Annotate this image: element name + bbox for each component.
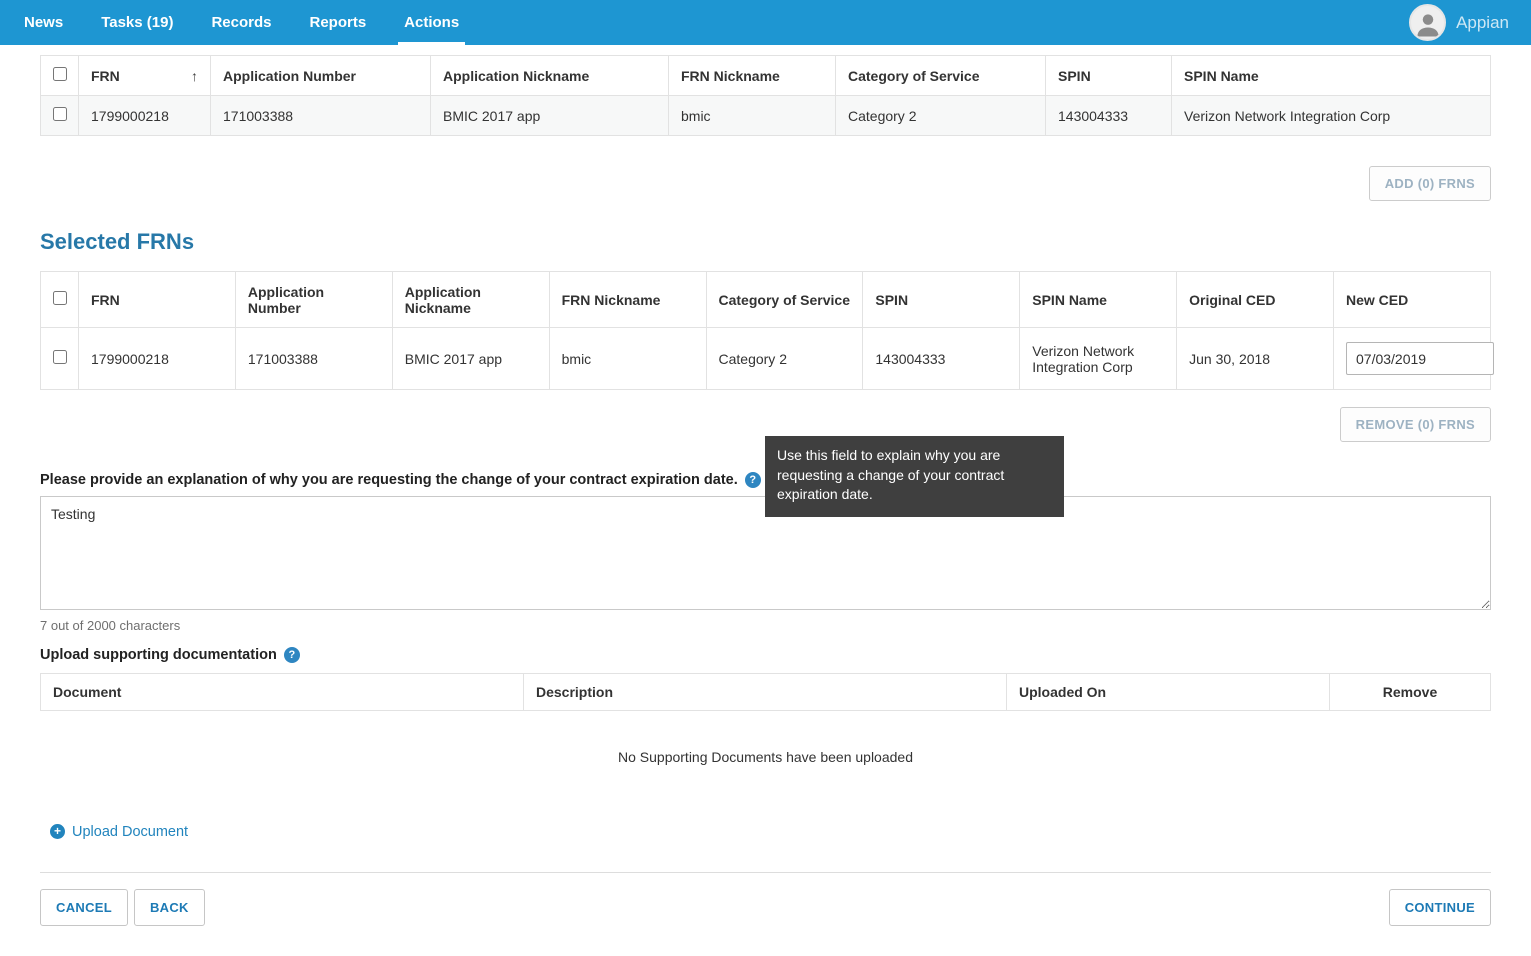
col-header-category-of-service[interactable]: Category of Service bbox=[836, 56, 1046, 96]
cancel-button[interactable]: CANCEL bbox=[40, 889, 128, 926]
cell-frn: 1799000218 bbox=[79, 96, 211, 136]
col-header-application-number[interactable]: Application Number bbox=[235, 272, 392, 328]
col-header-category-of-service[interactable]: Category of Service bbox=[706, 272, 863, 328]
cell-application-number: 171003388 bbox=[211, 96, 431, 136]
table-header-row: Document Description Uploaded On Remove bbox=[41, 674, 1491, 711]
nav-tab-reports[interactable]: Reports bbox=[309, 0, 366, 45]
col-header-description: Description bbox=[524, 674, 1007, 711]
col-header-document: Document bbox=[41, 674, 524, 711]
col-header-spin-name[interactable]: SPIN Name bbox=[1172, 56, 1491, 96]
selected-frns-title: Selected FRNs bbox=[40, 229, 1491, 255]
nav-tabs: News Tasks (19) Records Reports Actions bbox=[24, 0, 497, 45]
selected-frns-table: FRN Application Number Application Nickn… bbox=[40, 271, 1491, 390]
available-frns-table: FRN ↑ Application Number Application Nic… bbox=[40, 55, 1491, 136]
col-header-uploaded-on: Uploaded On bbox=[1007, 674, 1330, 711]
upload-document-link[interactable]: + Upload Document bbox=[50, 824, 188, 840]
row-checkbox[interactable] bbox=[53, 107, 67, 121]
upload-row: + Upload Document bbox=[40, 807, 1491, 846]
table-header-row: FRN Application Number Application Nickn… bbox=[41, 272, 1491, 328]
cell-category-of-service: Category 2 bbox=[706, 328, 863, 390]
cell-spin-name: Verizon Network Integration Corp bbox=[1020, 328, 1177, 390]
col-header-application-nickname[interactable]: Application Nickname bbox=[392, 272, 549, 328]
select-all-cell bbox=[41, 272, 79, 328]
col-header-frn[interactable]: FRN bbox=[79, 272, 236, 328]
avatar[interactable] bbox=[1409, 4, 1446, 41]
cell-spin: 143004333 bbox=[863, 328, 1020, 390]
cell-application-nickname: BMIC 2017 app bbox=[392, 328, 549, 390]
cell-frn-nickname: bmic bbox=[669, 96, 836, 136]
col-header-new-ced[interactable]: New CED bbox=[1334, 272, 1491, 328]
nav-tab-records[interactable]: Records bbox=[211, 0, 271, 45]
nav-tab-tasks[interactable]: Tasks (19) bbox=[101, 0, 173, 45]
table-row: 1799000218 171003388 BMIC 2017 app bmic … bbox=[41, 328, 1491, 390]
help-icon[interactable]: ? bbox=[284, 647, 300, 663]
nav-tab-news[interactable]: News bbox=[24, 0, 63, 45]
col-header-spin-name[interactable]: SPIN Name bbox=[1020, 272, 1177, 328]
row-select-cell bbox=[41, 328, 79, 390]
cell-spin: 143004333 bbox=[1046, 96, 1172, 136]
col-header-frn[interactable]: FRN ↑ bbox=[79, 56, 211, 96]
table-row: 1799000218 171003388 BMIC 2017 app bmic … bbox=[41, 96, 1491, 136]
help-icon[interactable]: ? bbox=[745, 472, 761, 488]
select-all-checkbox[interactable] bbox=[53, 291, 67, 305]
footer-divider bbox=[40, 872, 1491, 873]
footer-buttons: CANCEL BACK CONTINUE bbox=[40, 889, 1491, 926]
empty-row: No Supporting Documents have been upload… bbox=[41, 711, 1491, 808]
select-all-checkbox[interactable] bbox=[53, 67, 67, 81]
remove-frns-button[interactable]: REMOVE (0) FRNS bbox=[1340, 407, 1491, 442]
add-frns-button[interactable]: ADD (0) FRNS bbox=[1369, 166, 1491, 201]
col-header-application-number[interactable]: Application Number bbox=[211, 56, 431, 96]
no-documents-message: No Supporting Documents have been upload… bbox=[41, 711, 1491, 808]
new-ced-input[interactable] bbox=[1346, 342, 1494, 375]
cell-original-ced: Jun 30, 2018 bbox=[1177, 328, 1334, 390]
row-checkbox[interactable] bbox=[53, 350, 67, 364]
help-tooltip: Use this field to explain why you are re… bbox=[765, 436, 1064, 517]
explanation-label: Please provide an explanation of why you… bbox=[40, 472, 738, 488]
upload-document-label: Upload Document bbox=[72, 824, 188, 840]
cell-frn: 1799000218 bbox=[79, 328, 236, 390]
cell-application-number: 171003388 bbox=[235, 328, 392, 390]
nav-tab-actions[interactable]: Actions bbox=[404, 0, 459, 45]
upload-label-row: Upload supporting documentation ? bbox=[40, 647, 1491, 663]
user-icon bbox=[1413, 9, 1443, 39]
col-header-frn-nickname[interactable]: FRN Nickname bbox=[669, 56, 836, 96]
continue-button[interactable]: CONTINUE bbox=[1389, 889, 1491, 926]
cell-new-ced bbox=[1334, 328, 1491, 390]
row-select-cell bbox=[41, 96, 79, 136]
col-header-frn-label: FRN bbox=[91, 68, 120, 84]
col-header-remove: Remove bbox=[1330, 674, 1491, 711]
plus-circle-icon: + bbox=[50, 824, 65, 839]
back-button[interactable]: BACK bbox=[134, 889, 205, 926]
top-navigation: News Tasks (19) Records Reports Actions … bbox=[0, 0, 1531, 45]
sort-ascending-icon[interactable]: ↑ bbox=[191, 68, 198, 84]
documents-table: Document Description Uploaded On Remove … bbox=[40, 673, 1491, 807]
character-count: 7 out of 2000 characters bbox=[40, 618, 1491, 633]
col-header-original-ced[interactable]: Original CED bbox=[1177, 272, 1334, 328]
col-header-frn-nickname[interactable]: FRN Nickname bbox=[549, 272, 706, 328]
col-header-application-nickname[interactable]: Application Nickname bbox=[431, 56, 669, 96]
cell-spin-name: Verizon Network Integration Corp bbox=[1172, 96, 1491, 136]
col-header-spin[interactable]: SPIN bbox=[863, 272, 1020, 328]
nav-right: Appian bbox=[1409, 0, 1509, 45]
select-all-cell bbox=[41, 56, 79, 96]
col-header-spin[interactable]: SPIN bbox=[1046, 56, 1172, 96]
brand-appian: Appian bbox=[1456, 13, 1509, 33]
cell-frn-nickname: bmic bbox=[549, 328, 706, 390]
table-header-row: FRN ↑ Application Number Application Nic… bbox=[41, 56, 1491, 96]
cell-category-of-service: Category 2 bbox=[836, 96, 1046, 136]
page: News Tasks (19) Records Reports Actions … bbox=[0, 0, 1531, 951]
cell-application-nickname: BMIC 2017 app bbox=[431, 96, 669, 136]
upload-documentation-label: Upload supporting documentation bbox=[40, 647, 277, 663]
